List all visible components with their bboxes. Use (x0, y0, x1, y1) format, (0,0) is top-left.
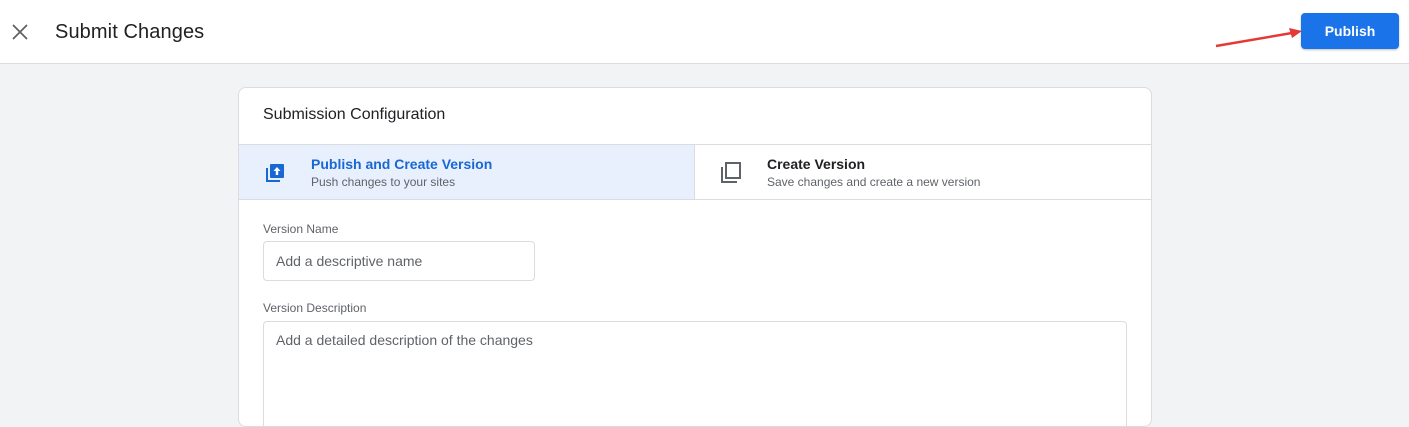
version-description-textarea[interactable] (263, 321, 1127, 426)
copy-version-icon (721, 162, 741, 183)
version-name-label: Version Name (263, 222, 339, 236)
close-button[interactable] (6, 18, 34, 46)
submission-options: Publish and Create Version Push changes … (239, 144, 1151, 200)
option-title: Create Version (767, 156, 866, 172)
close-icon (12, 24, 28, 40)
top-app-bar: Submit Changes Publish (0, 0, 1409, 64)
submission-configuration-card: Submission Configuration Publish and Cre… (238, 87, 1152, 427)
option-title: Publish and Create Version (311, 156, 493, 172)
card-title: Submission Configuration (263, 106, 446, 123)
page-title: Submit Changes (55, 21, 205, 43)
publish-button[interactable]: Publish (1301, 13, 1399, 49)
option-create-version[interactable]: Create Version Save changes and create a… (695, 145, 1151, 199)
version-description-label: Version Description (263, 301, 367, 315)
version-name-input[interactable] (263, 241, 535, 281)
publish-upload-icon (266, 164, 284, 182)
annotation-arrow-icon (1215, 28, 1302, 48)
option-subtitle: Save changes and create a new version (767, 175, 981, 189)
option-subtitle: Push changes to your sites (311, 175, 456, 189)
option-publish-and-create-version[interactable]: Publish and Create Version Push changes … (239, 145, 695, 199)
